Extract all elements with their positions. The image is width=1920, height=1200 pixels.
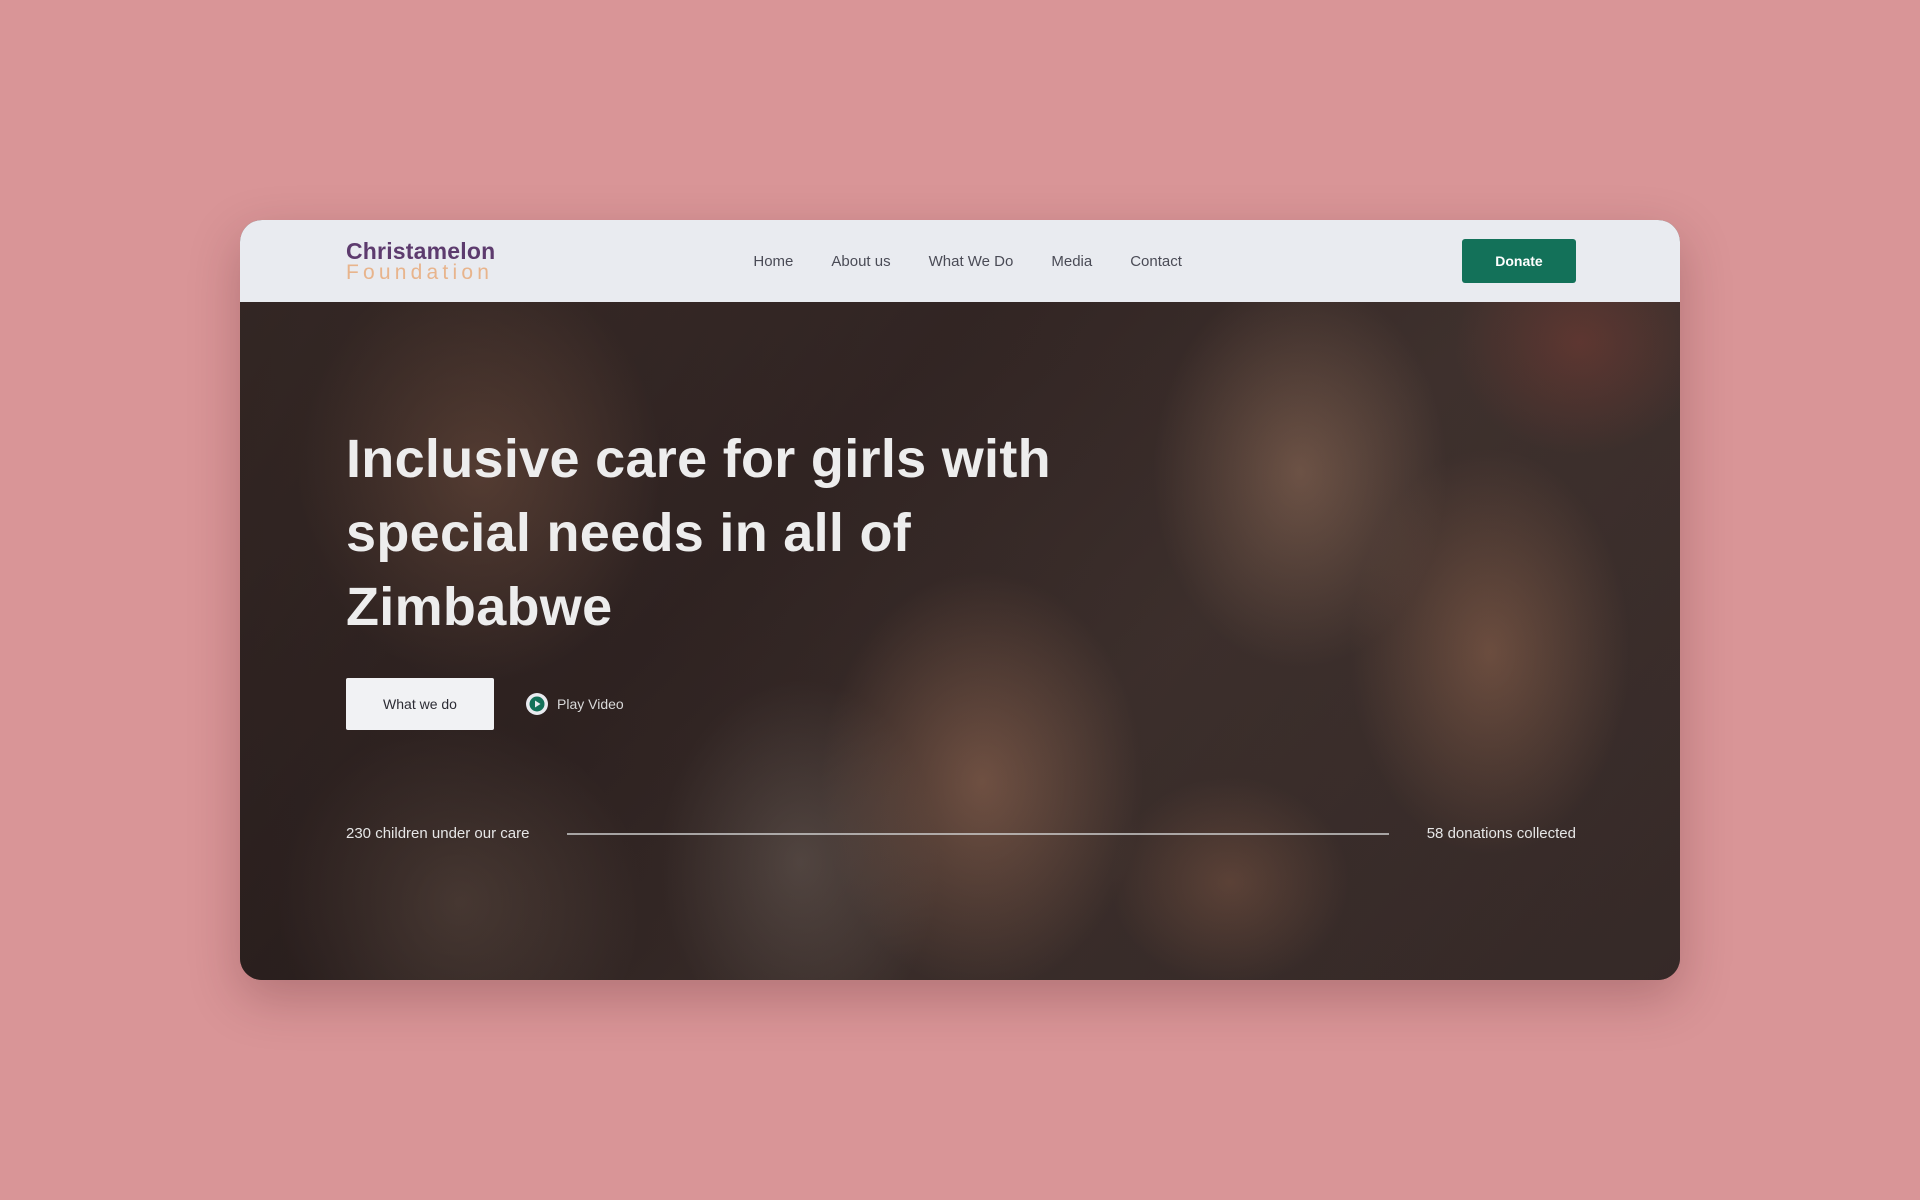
nav-link-what-we-do[interactable]: What We Do [929,253,1014,270]
nav-link-media[interactable]: Media [1051,253,1092,270]
play-icon [526,693,548,715]
donations-count-stat: 58 donations collected [1426,825,1576,842]
stats-bar: 230 children under our care 58 donations… [346,825,1576,842]
nav-link-home[interactable]: Home [753,253,793,270]
nav-link-about[interactable]: About us [831,253,890,270]
main-nav: Home About us What We Do Media Contact [753,253,1182,270]
what-we-do-button[interactable]: What we do [346,678,494,730]
logo-name: Christamelon [346,237,496,264]
play-video-label: Play Video [557,696,624,712]
hero-title: Inclusive care for girls with special ne… [346,429,1051,637]
hero-actions: What we do Play Video [346,678,624,730]
website-frame: Christamelon Foundation Home About us Wh… [240,220,1680,980]
stats-divider-line [567,832,1389,835]
hero-section: Inclusive care for girls with special ne… [240,302,1680,980]
donate-button[interactable]: Donate [1462,239,1576,283]
play-video-button[interactable]: Play Video [526,693,624,715]
brand-logo[interactable]: Christamelon Foundation [346,237,496,284]
logo-subtitle: Foundation [346,260,494,284]
nav-link-contact[interactable]: Contact [1130,253,1182,270]
children-count-stat: 230 children under our care [346,825,530,842]
navbar: Christamelon Foundation Home About us Wh… [240,220,1680,302]
